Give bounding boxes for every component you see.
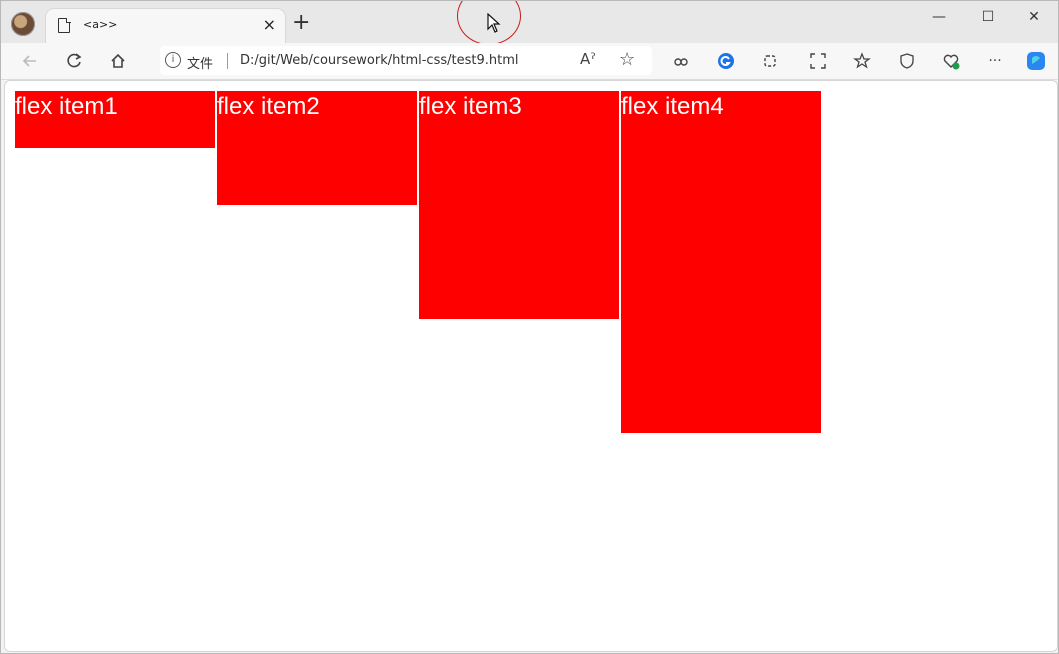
close-window-button[interactable]: ✕ <box>1014 5 1054 29</box>
refresh-icon[interactable] <box>63 50 85 72</box>
flex-container: flex item1 flex item2 flex item3 flex it… <box>15 91 821 433</box>
page-icon <box>58 17 71 33</box>
browser-window: <a>> × + — ☐ ✕ i 文件 D:/git/Web/coursewor <box>0 0 1059 654</box>
favorites-icon[interactable] <box>851 50 873 72</box>
address-separator <box>227 53 228 69</box>
home-icon[interactable] <box>107 50 129 72</box>
site-info-icon[interactable]: i <box>165 52 181 68</box>
flex-item-2: flex item2 <box>217 91 417 205</box>
google-icon[interactable] <box>715 50 737 72</box>
health-icon[interactable] <box>940 50 962 72</box>
profile-avatar[interactable] <box>11 12 35 36</box>
minimize-button[interactable]: — <box>919 5 959 29</box>
flex-item-1: flex item1 <box>15 91 215 148</box>
flex-item-4: flex item4 <box>621 91 821 433</box>
read-aloud-icon[interactable]: Aˀ <box>580 50 596 68</box>
copilot-icon[interactable] <box>1025 50 1047 72</box>
screenshot-icon[interactable] <box>807 50 829 72</box>
mouse-pointer-icon <box>487 13 501 33</box>
address-bar[interactable]: i 文件 D:/git/Web/coursework/html-css/test… <box>160 46 652 75</box>
navigation-toolbar: i 文件 D:/git/Web/coursework/html-css/test… <box>1 43 1058 80</box>
tab-strip: <a>> × + — ☐ ✕ <box>1 1 1058 45</box>
split-screen-icon[interactable] <box>670 50 692 72</box>
page-viewport: flex item1 flex item2 flex item3 flex it… <box>4 80 1058 652</box>
tab-title: <a>> <box>83 18 118 31</box>
url-text[interactable]: D:/git/Web/coursework/html-css/test9.htm… <box>240 53 518 68</box>
more-icon[interactable]: ··· <box>984 50 1006 72</box>
tab-close-button[interactable]: × <box>263 16 276 34</box>
maximize-button[interactable]: ☐ <box>968 5 1008 29</box>
browser-essentials-icon[interactable] <box>896 50 918 72</box>
new-tab-button[interactable]: + <box>292 12 310 34</box>
flex-item-3: flex item3 <box>419 91 619 319</box>
active-tab[interactable]: <a>> × <box>46 9 285 43</box>
favorite-star-icon[interactable]: ☆ <box>619 49 635 70</box>
protocol-label: 文件 <box>187 57 214 72</box>
extensions-icon[interactable] <box>759 50 781 72</box>
back-icon[interactable] <box>19 50 41 72</box>
